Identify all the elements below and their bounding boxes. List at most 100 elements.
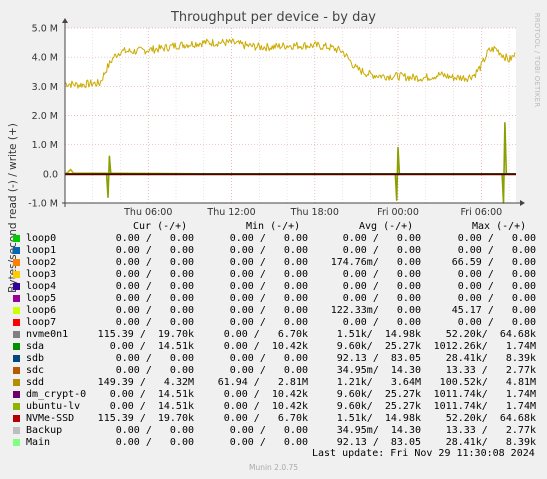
legend-row: loop0 0.00 / 0.00 0.00 / 0.00 0.00 / 0.00 0.… [0,233,547,245]
legend-avg-value: 1.21k/ 3.64M [336,377,421,388]
legend-max-value: 0.00 / 0.00 [457,317,536,328]
y-tick-label: 1.0 M [32,140,58,151]
legend-avg-value: 0.00 / 0.00 [342,281,421,292]
legend-min-value: 0.00 / 0.00 [229,269,308,280]
legend-min-value: 0.00 / 10.42k [223,389,308,400]
legend-cur-value: 0.00 / 0.00 [115,245,194,256]
x-tick-label: Thu 12:00 [206,207,255,218]
legend-cur-value: 0.00 / 0.00 [115,425,194,436]
legend-cur-value: 115.39 / 19.70k [97,329,194,340]
legend-cur-value: 0.00 / 0.00 [115,233,194,244]
legend-name: loop1 [26,245,57,256]
legend-max-value: 66.59 / 0.00 [451,257,536,268]
legend-swatch [13,235,20,242]
legend-header-max: Max (-/+) [472,221,527,232]
legend-name: sdb [26,353,45,364]
legend-min-value: 0.00 / 0.00 [229,293,308,304]
y-tick-label: -1.0 M [28,199,58,210]
legend-name: loop0 [26,233,57,244]
legend-cur-value: 0.00 / 0.00 [115,305,194,316]
munin-version: Munin 2.0.75 [248,463,299,472]
legend-min-value: 0.00 / 0.00 [229,425,308,436]
legend-avg-value: 174.76m/ 0.00 [330,257,421,268]
legend-row: nvme0n1 115.39 / 19.70k 0.00 / 6.70k 1.51k/… [0,329,547,341]
legend-row: sda 0.00 / 14.51k 0.00 / 10.42k 9.60k/ 25.2… [0,341,547,353]
legend-name: NVMe-SSD [26,413,75,424]
legend-min-value: 0.00 / 6.70k [223,413,308,424]
legend-max-value: 0.00 / 0.00 [457,245,536,256]
legend-swatch [13,343,20,350]
legend-swatch [13,295,20,302]
legend-row: sdc 0.00 / 0.00 0.00 / 0.00 34.95m/ 14.30 13… [0,365,547,377]
legend-avg-value: 1.51k/ 14.98k [336,329,421,340]
legend-avg-value: 0.00 / 0.00 [342,317,421,328]
legend-swatch [13,403,20,410]
legend-min-value: 0.00 / 0.00 [229,281,308,292]
legend-min-value: 0.00 / 6.70k [223,329,308,340]
legend-name: Main [26,437,51,448]
legend-cur-value: 0.00 / 0.00 [115,437,194,448]
legend-header: Cur (-/+) Min (-/+) Avg (-/+) Max (-/+) [0,221,547,233]
x-tick-label: Fri 00:00 [377,207,419,218]
legend-max-value: 0.00 / 0.00 [457,293,536,304]
legend-swatch [13,283,20,290]
legend-cur-value: 0.00 / 0.00 [115,257,194,268]
legend-cur-value: 0.00 / 0.00 [115,365,194,376]
legend-swatch [13,259,20,266]
legend-cur-value: 149.39 / 4.32M [97,377,194,388]
y-tick-label: 2.0 M [32,111,58,122]
x-axis-arrow [520,200,525,206]
legend-cur-value: 0.00 / 0.00 [115,353,194,364]
legend-max-value: 0.00 / 0.00 [457,233,536,244]
legend-max-value: 1011.74k/ 1.74M [433,401,536,412]
legend-avg-value: 9.60k/ 25.27k [336,389,421,400]
legend-row: loop4 0.00 / 0.00 0.00 / 0.00 0.00 / 0.00 0.… [0,281,547,293]
legend-swatch [13,415,20,422]
legend-swatch [13,355,20,362]
legend-max-value: 13.33 / 2.77k [445,365,536,376]
legend-avg-value: 34.95m/ 14.30 [336,365,421,376]
legend-cur-value: 0.00 / 0.00 [115,317,194,328]
legend-row: ubuntu-lv 0.00 / 14.51k 0.00 / 10.42k 9.60k… [0,401,547,413]
legend-swatch [13,427,20,434]
legend-swatch [13,331,20,338]
legend-row: loop5 0.00 / 0.00 0.00 / 0.00 0.00 / 0.00 0.… [0,293,547,305]
legend-cur-value: 0.00 / 14.51k [109,341,194,352]
legend-row: loop6 0.00 / 0.00 0.00 / 0.00 122.33m/ 0.00… [0,305,547,317]
legend-row: sdb 0.00 / 0.00 0.00 / 0.00 92.13 / 83.05 28… [0,353,547,365]
legend-name: loop2 [26,257,57,268]
legend-row: loop2 0.00 / 0.00 0.00 / 0.00 174.76m/ 0.00… [0,257,547,269]
legend-row: NVMe-SSD 115.39 / 19.70k 0.00 / 6.70k 1.51k… [0,413,547,425]
legend-swatch [13,247,20,254]
legend-cur-value: 0.00 / 0.00 [115,269,194,280]
legend-min-value: 0.00 / 0.00 [229,305,308,316]
legend-name: sdd [26,377,45,388]
y-tick-label: 0.0 [43,169,58,180]
legend-max-value: 28.41k/ 8.39k [445,353,536,364]
legend-avg-value: 0.00 / 0.00 [342,233,421,244]
legend-name: loop4 [26,281,57,292]
legend-max-value: 100.52k/ 4.81M [439,377,536,388]
legend-name: nvme0n1 [26,329,69,340]
legend-table: Cur (-/+) Min (-/+) Avg (-/+) Max (-/+) … [0,221,547,449]
legend-row: sdd 149.39 / 4.32M 61.94 / 2.81M 1.21k/ 3.6… [0,377,547,389]
legend-name: loop7 [26,317,57,328]
legend-avg-value: 0.00 / 0.00 [342,245,421,256]
legend-cur-value: 0.00 / 0.00 [115,293,194,304]
legend-cur-value: 0.00 / 0.00 [115,281,194,292]
graph-frame: 5.0 M 4.0 M 3.0 M 2.0 M 1.0 M 0.0 -1.0 M Thu 06… [0,0,547,479]
legend-min-value: 0.00 / 0.00 [229,245,308,256]
legend-name: sda [26,341,45,352]
legend-max-value: 13.33 / 2.77k [445,425,536,436]
legend-avg-value: 0.00 / 0.00 [342,269,421,280]
legend-row: loop1 0.00 / 0.00 0.00 / 0.00 0.00 / 0.00 0.… [0,245,547,257]
legend-avg-value: 34.95m/ 14.30 [336,425,421,436]
legend-avg-value: 9.60k/ 25.27k [336,401,421,412]
x-tick-label: Thu 06:00 [123,207,172,218]
legend-max-value: 0.00 / 0.00 [457,281,536,292]
y-tick-label: 5.0 M [32,24,58,35]
chart-title: Throughput per device - by day [170,10,377,25]
legend-row: loop3 0.00 / 0.00 0.00 / 0.00 0.00 / 0.00 0.… [0,269,547,281]
legend-name: dm_crypt-0 [26,389,87,400]
legend-header-avg: Avg (-/+) [359,221,414,232]
